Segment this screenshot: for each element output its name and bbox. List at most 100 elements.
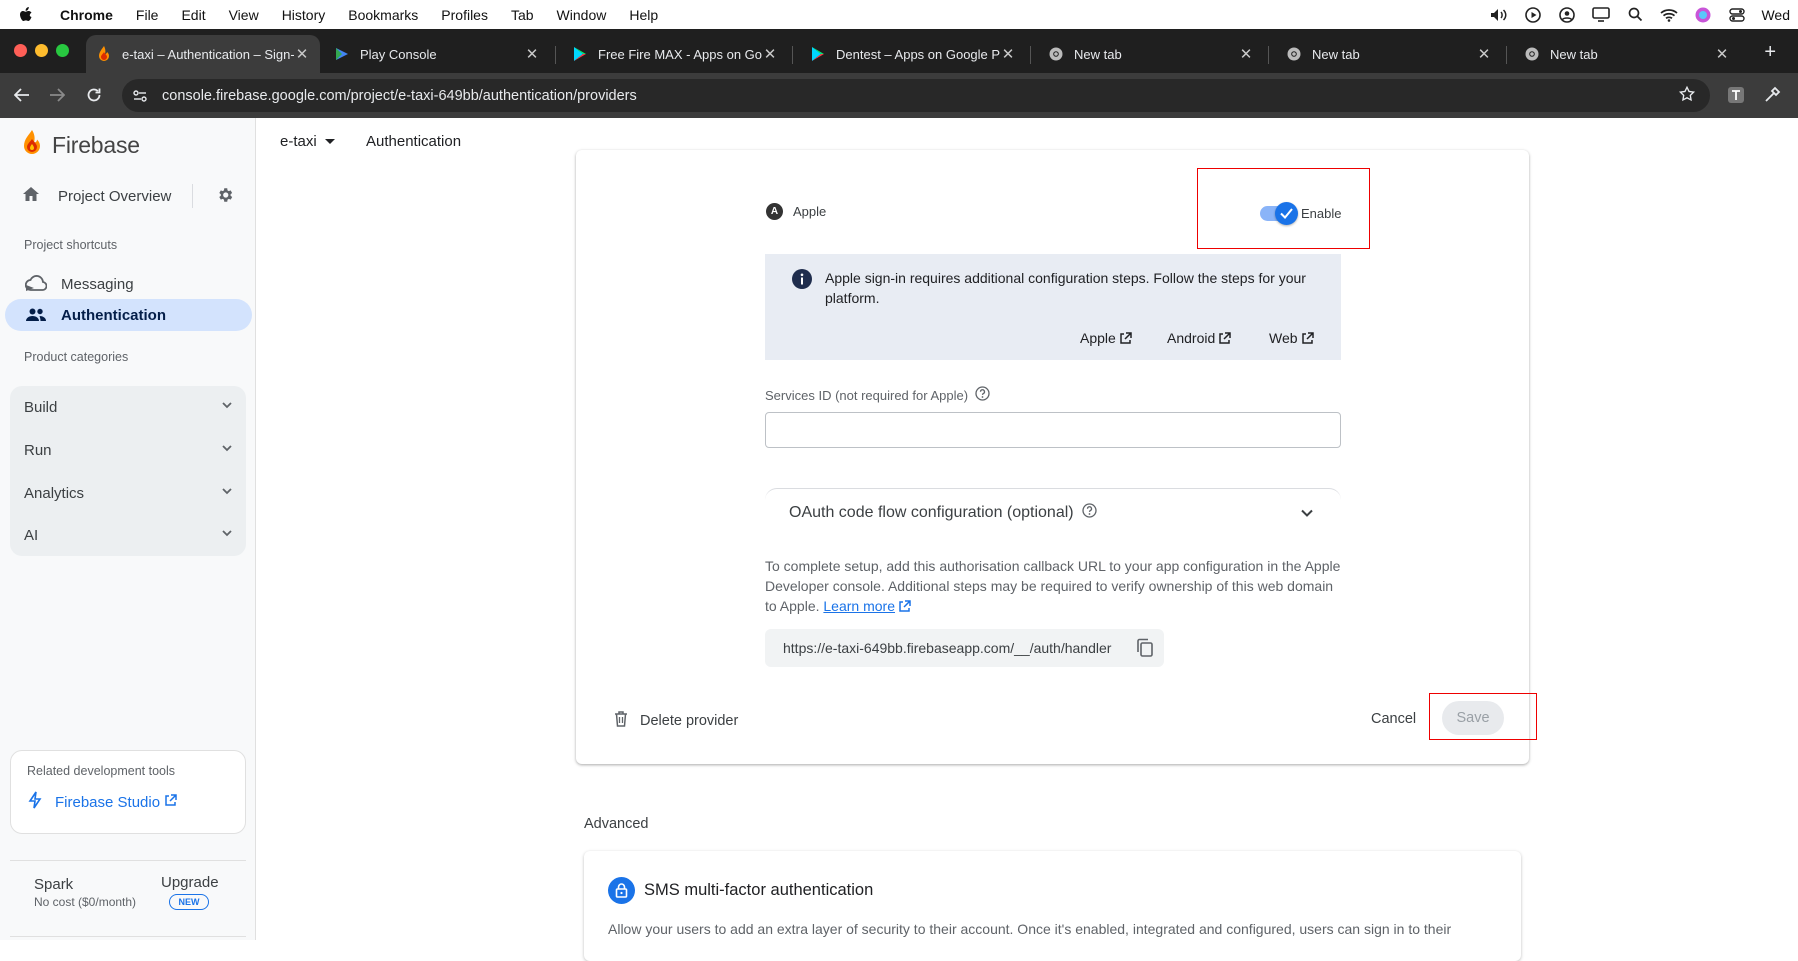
learn-more-link[interactable]: Learn more xyxy=(823,598,895,614)
play-circle-icon[interactable] xyxy=(1523,5,1543,25)
copy-icon[interactable] xyxy=(1136,638,1154,661)
category-analytics[interactable]: Analytics xyxy=(10,472,246,514)
gear-icon[interactable] xyxy=(216,186,234,209)
firebase-brand-name: Firebase xyxy=(52,132,140,158)
save-button[interactable]: Save xyxy=(1442,701,1504,735)
category-run[interactable]: Run xyxy=(10,429,246,471)
tab-free-fire-max[interactable]: Free Fire MAX - Apps on Google Play ✕ xyxy=(562,35,788,73)
firebase-sidebar: Firebase Project Overview Project shortc… xyxy=(0,118,256,940)
tab-play-console[interactable]: Play Console ✕ xyxy=(324,35,550,73)
browser-tab-strip: e-taxi – Authentication – Sign-in ✕ Play… xyxy=(0,29,1798,73)
sidebar-item-label: Messaging xyxy=(61,275,134,293)
tab-new-tab-1[interactable]: New tab ✕ xyxy=(1038,35,1264,73)
menu-edit[interactable]: Edit xyxy=(181,7,205,23)
link-label: Android xyxy=(1167,330,1216,346)
close-tab-icon[interactable]: ✕ xyxy=(1476,45,1492,63)
firebase-icon xyxy=(96,46,112,62)
eyedropper-icon[interactable] xyxy=(1761,84,1783,106)
close-tab-icon[interactable]: ✕ xyxy=(1238,45,1254,63)
volume-icon[interactable] xyxy=(1489,5,1509,25)
wifi-icon[interactable] xyxy=(1659,5,1679,25)
apple-info-banner: Apple sign-in requires additional config… xyxy=(765,254,1341,360)
close-tab-icon[interactable]: ✕ xyxy=(1714,45,1730,63)
tab-e-taxi-authentication[interactable]: e-taxi – Authentication – Sign-in ✕ xyxy=(86,35,320,73)
forward-arrow-icon[interactable] xyxy=(47,85,67,105)
sms-mfa-description: Allow your users to add an extra layer o… xyxy=(608,921,1452,937)
oauth-config-label-text: OAuth code flow configuration (optional) xyxy=(789,504,1074,521)
menu-chrome[interactable]: Chrome xyxy=(60,7,113,23)
close-window-button[interactable] xyxy=(14,44,27,57)
control-center-icon[interactable] xyxy=(1727,5,1747,25)
callback-url[interactable]: https://e-taxi-649bb.firebaseapp.com/__/… xyxy=(783,640,1111,656)
services-id-input[interactable] xyxy=(765,412,1341,448)
firebase-studio-label: Firebase Studio xyxy=(55,793,161,811)
sidebar-item-messaging[interactable]: Messaging xyxy=(5,268,252,300)
help-icon[interactable] xyxy=(975,386,990,404)
chevron-down-icon[interactable] xyxy=(1299,505,1315,526)
oauth-config-expander[interactable]: OAuth code flow configuration (optional) xyxy=(765,488,1341,536)
macos-menubar: Chrome File Edit View History Bookmarks … xyxy=(0,0,1798,29)
callback-url-field[interactable]: https://e-taxi-649bb.firebaseapp.com/__/… xyxy=(765,629,1164,667)
link-web[interactable]: Web xyxy=(1269,330,1314,346)
divider xyxy=(192,184,193,208)
menu-tab[interactable]: Tab xyxy=(511,7,534,23)
tab-title: New tab xyxy=(1074,46,1122,62)
siri-icon[interactable] xyxy=(1693,5,1713,25)
upgrade-button[interactable]: Upgrade xyxy=(161,874,219,891)
back-arrow-icon[interactable] xyxy=(12,85,32,105)
link-android[interactable]: Android xyxy=(1167,330,1232,346)
info-icon xyxy=(792,269,812,294)
extension-t-icon[interactable] xyxy=(1725,84,1747,106)
menu-help[interactable]: Help xyxy=(629,7,658,23)
category-ai[interactable]: AI xyxy=(10,514,246,556)
firebase-studio-link[interactable]: Firebase Studio xyxy=(27,791,177,813)
menu-window[interactable]: Window xyxy=(557,7,607,23)
link-apple[interactable]: Apple xyxy=(1080,330,1132,346)
enable-toggle[interactable] xyxy=(1275,202,1298,225)
url-text[interactable]: console.firebase.google.com/project/e-ta… xyxy=(162,88,637,104)
product-categories: Build Run Analytics AI xyxy=(10,386,246,556)
sidebar-item-authentication[interactable]: Authentication xyxy=(5,299,252,331)
spotlight-search-icon[interactable] xyxy=(1625,5,1645,25)
tab-dentest[interactable]: Dentest – Apps on Google Play ✕ xyxy=(800,35,1026,73)
page-title: Authentication xyxy=(366,133,462,150)
delete-provider-button[interactable]: Delete provider xyxy=(614,711,738,731)
project-selector[interactable]: e-taxi xyxy=(280,133,335,150)
new-badge: NEW xyxy=(169,894,209,910)
link-label: Web xyxy=(1269,330,1298,346)
help-icon[interactable] xyxy=(1081,503,1097,523)
menu-bookmarks[interactable]: Bookmarks xyxy=(348,7,418,23)
category-build[interactable]: Build xyxy=(10,386,246,428)
menu-file[interactable]: File xyxy=(136,7,159,23)
close-tab-icon[interactable]: ✕ xyxy=(524,45,540,63)
tab-new-tab-2[interactable]: New tab ✕ xyxy=(1276,35,1502,73)
project-overview-link[interactable]: Project Overview xyxy=(22,180,242,212)
apple-provider-card xyxy=(576,150,1529,764)
minimize-window-button[interactable] xyxy=(35,44,48,57)
close-tab-icon[interactable]: ✕ xyxy=(1000,45,1016,63)
bookmark-star-icon[interactable] xyxy=(1678,85,1696,108)
tab-new-tab-3[interactable]: New tab ✕ xyxy=(1514,35,1740,73)
user-circle-icon[interactable] xyxy=(1557,5,1577,25)
close-tab-icon[interactable]: ✕ xyxy=(294,45,310,63)
tab-title: Free Fire MAX - Apps on Google Play xyxy=(598,46,762,62)
display-icon[interactable] xyxy=(1591,5,1611,25)
close-tab-icon[interactable]: ✕ xyxy=(762,45,778,63)
site-settings-icon[interactable] xyxy=(130,86,150,106)
firebase-brand[interactable]: Firebase xyxy=(22,130,140,161)
clock[interactable]: Wed xyxy=(1761,7,1790,23)
apple-icon[interactable] xyxy=(16,5,36,25)
menu-profiles[interactable]: Profiles xyxy=(441,7,488,23)
open-external-icon xyxy=(1120,331,1132,344)
address-bar[interactable]: console.firebase.google.com/project/e-ta… xyxy=(122,79,1710,112)
zoom-window-button[interactable] xyxy=(56,44,69,57)
menu-history[interactable]: History xyxy=(282,7,326,23)
delete-provider-label: Delete provider xyxy=(640,713,739,729)
category-label: AI xyxy=(24,526,39,544)
tab-separator xyxy=(1030,46,1031,64)
new-tab-button[interactable]: + xyxy=(1764,41,1776,64)
cancel-button[interactable]: Cancel xyxy=(1371,711,1416,727)
trash-icon xyxy=(614,711,628,731)
menu-view[interactable]: View xyxy=(229,7,259,23)
reload-icon[interactable] xyxy=(84,85,104,105)
